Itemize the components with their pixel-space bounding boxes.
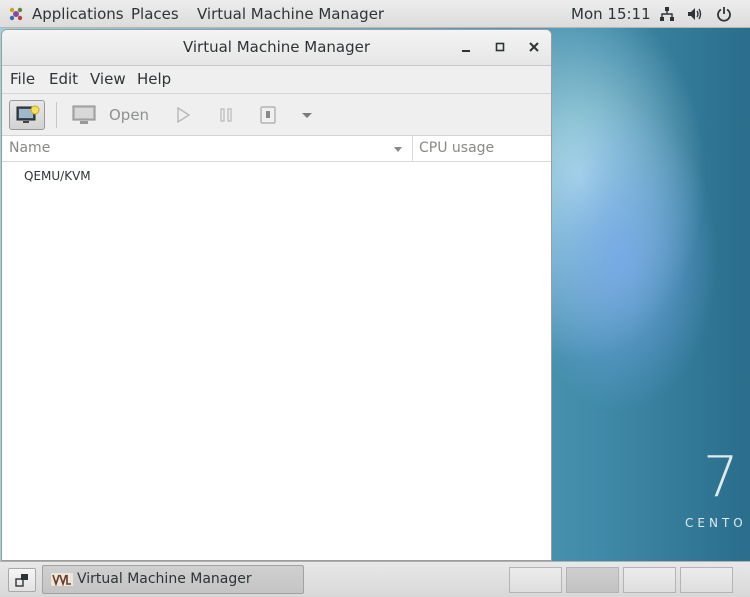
connection-list[interactable]: QEMU/KVM <box>2 162 551 560</box>
column-header: Name CPU usage <box>2 136 551 162</box>
top-panel: Applications Places Virtual Machine Mana… <box>0 0 750 28</box>
monitor-icon[interactable] <box>72 105 96 125</box>
menu-file[interactable]: File <box>10 66 35 93</box>
workspace-1[interactable] <box>509 567 562 593</box>
maximize-icon[interactable] <box>492 39 508 55</box>
minimize-icon[interactable] <box>458 39 474 55</box>
menu-edit[interactable]: Edit <box>49 66 78 93</box>
vmm-window: Virtual Machine Manager File Edit View H… <box>1 29 552 561</box>
window-titlebar[interactable]: Virtual Machine Manager <box>2 30 551 66</box>
bottom-panel: Virtual Machine Manager <box>0 561 750 597</box>
menu-bar: File Edit View Help <box>2 66 551 94</box>
connection-name: QEMU/KVM <box>24 169 91 183</box>
dropdown-arrow-icon[interactable] <box>298 106 316 124</box>
brand-text: CENTO <box>685 516 747 530</box>
sort-arrow-icon[interactable] <box>392 143 404 155</box>
vmm-app-icon <box>51 573 73 586</box>
workspace-4[interactable] <box>680 567 733 593</box>
workspace-2[interactable] <box>566 567 619 593</box>
volume-icon[interactable] <box>687 6 703 22</box>
show-desktop-button[interactable] <box>8 568 36 592</box>
active-app-menu[interactable]: Virtual Machine Manager <box>197 0 384 28</box>
new-vm-button[interactable] <box>9 100 45 130</box>
workspace-3[interactable] <box>623 567 676 593</box>
power-icon[interactable] <box>716 6 732 22</box>
clock[interactable]: Mon 15:11 <box>571 0 651 28</box>
pause-icon[interactable] <box>217 106 235 124</box>
taskbar-vmm-label: Virtual Machine Manager <box>77 571 252 587</box>
places-menu[interactable]: Places <box>131 0 179 28</box>
new-vm-icon <box>16 105 40 123</box>
show-desktop-icon <box>15 574 28 587</box>
brand-number: 7 <box>703 445 739 510</box>
applications-icon <box>9 7 23 21</box>
network-icon[interactable] <box>659 6 675 22</box>
taskbar-vmm-button[interactable]: Virtual Machine Manager <box>42 565 304 594</box>
menu-help[interactable]: Help <box>137 66 171 93</box>
list-item[interactable]: QEMU/KVM <box>2 164 551 188</box>
menu-view[interactable]: View <box>90 66 126 93</box>
applications-menu[interactable]: Applications <box>32 0 124 28</box>
close-icon[interactable] <box>526 39 542 55</box>
toolbar: Open <box>2 94 551 136</box>
open-button[interactable]: Open <box>109 94 149 136</box>
run-icon[interactable] <box>174 106 192 124</box>
column-name[interactable]: Name <box>9 136 50 161</box>
toolbar-separator <box>56 102 57 128</box>
column-cpu-usage[interactable]: CPU usage <box>419 136 494 161</box>
column-divider[interactable] <box>412 136 413 161</box>
shutdown-icon[interactable] <box>259 106 277 124</box>
